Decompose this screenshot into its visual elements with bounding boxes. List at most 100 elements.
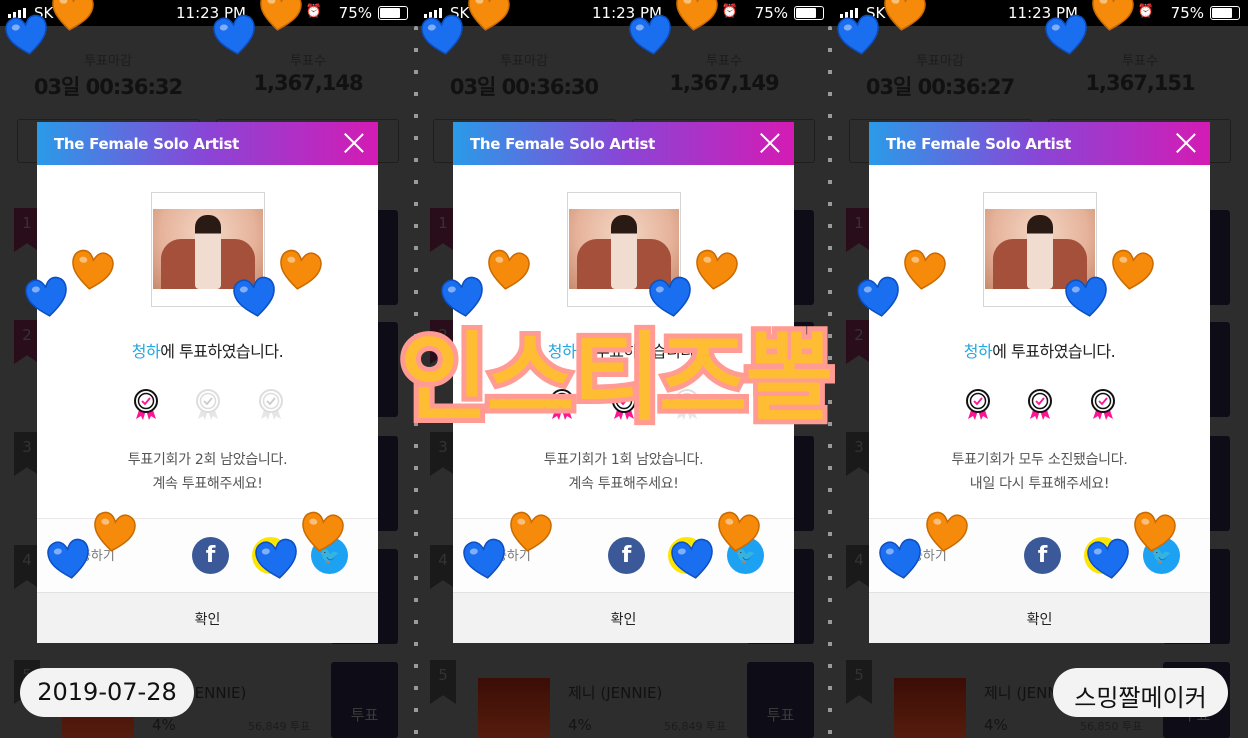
artist-name-highlight: 청하	[131, 342, 161, 361]
vote-count-stat: 투표수 1,367,149	[624, 50, 824, 95]
alarm-icon: ⏰	[1137, 4, 1154, 19]
overlay-caption: 인스티즈뽈	[395, 317, 839, 439]
dialog-header: The Female Solo Artist	[453, 122, 794, 165]
artist-name: 제니 (JENNIE)	[568, 684, 663, 702]
vote-button[interactable]: 투표	[331, 662, 398, 738]
close-icon[interactable]	[1176, 133, 1196, 153]
alarm-icon: ⏰	[721, 4, 738, 19]
orange-heart-icon	[713, 508, 762, 556]
blue-heart-icon	[1062, 273, 1111, 321]
message-line: 계속 투표해주세요!	[152, 476, 263, 492]
vote-confirmation-text: 청하에 투표하였습니다.	[37, 338, 378, 362]
close-icon[interactable]	[344, 133, 364, 153]
blue-heart-icon	[1084, 535, 1133, 583]
message-line: 투표기회가 1회 남았습니다.	[543, 452, 704, 468]
rank-badge: 5	[846, 660, 872, 704]
vote-total: 56,850 투표	[1080, 720, 1143, 733]
blue-heart-icon	[854, 273, 903, 321]
confirm-button[interactable]: 확인	[869, 593, 1210, 643]
orange-heart-icon	[463, 0, 512, 35]
artist-thumbnail	[894, 678, 966, 738]
blue-heart-icon	[626, 11, 675, 59]
vote-badge-used-icon	[1090, 389, 1116, 421]
orange-heart-icon	[1129, 508, 1178, 556]
facebook-icon[interactable]: f	[192, 537, 229, 574]
facebook-icon[interactable]: f	[608, 537, 645, 574]
battery-icon	[1210, 6, 1240, 20]
orange-heart-icon	[275, 246, 324, 294]
list-row: 5 제니 (JENNIE) 4% 56,849 투표 투표	[416, 660, 832, 738]
dialog-header: The Female Solo Artist	[37, 122, 378, 165]
vote-badge-empty-icon	[258, 389, 284, 421]
blue-heart-icon	[22, 273, 71, 321]
voted-suffix: 에 투표하였습니다.	[160, 342, 284, 361]
close-icon[interactable]	[760, 133, 780, 153]
orange-heart-icon	[1087, 0, 1136, 35]
deadline-value: 03일 00:36:30	[449, 75, 599, 99]
dialog-title: The Female Solo Artist	[470, 135, 656, 153]
deadline-stat: 투표마감 03일 00:36:30	[424, 50, 624, 101]
vote-badge-empty-icon	[195, 389, 221, 421]
deadline-value: 03일 00:36:27	[865, 75, 1015, 99]
orange-heart-icon	[67, 246, 116, 294]
vote-badge-used-icon	[1027, 389, 1053, 421]
date-stamp: 2019-07-28	[20, 668, 194, 717]
confirm-button[interactable]: 확인	[37, 593, 378, 643]
vote-percent: 4%	[568, 716, 592, 734]
vote-count-value: 1,367,149	[669, 71, 779, 95]
blue-heart-icon	[834, 11, 883, 59]
orange-heart-icon	[89, 508, 138, 556]
artist-figure	[1027, 215, 1053, 289]
orange-heart-icon	[255, 0, 304, 35]
remaining-votes-message: 투표기회가 모두 소진됐습니다. 내일 다시 투표해주세요!	[869, 448, 1210, 496]
message-line: 내일 다시 투표해주세요!	[969, 476, 1110, 492]
blue-heart-icon	[418, 11, 467, 59]
blue-heart-icon	[460, 535, 509, 583]
battery-percent: 75%	[338, 4, 372, 22]
artist-figure	[195, 215, 221, 289]
voted-suffix: 에 투표하였습니다.	[992, 342, 1116, 361]
confirm-button[interactable]: 확인	[453, 593, 794, 643]
vote-badge-used-icon	[965, 389, 991, 421]
remaining-votes-message: 투표기회가 1회 남았습니다. 계속 투표해주세요!	[453, 448, 794, 496]
vote-total: 56,849 투표	[664, 720, 727, 733]
remaining-votes-message: 투표기회가 2회 남았습니다. 계속 투표해주세요!	[37, 448, 378, 496]
artist-figure	[611, 215, 637, 289]
battery-fill	[380, 8, 400, 18]
alarm-icon: ⏰	[305, 4, 322, 19]
watermark-label: 스밍짤메이커	[1053, 668, 1228, 717]
phone-screen: SK11:23 PM➤⏰75%투표마감03일 00:36:27투표수1,367,…	[832, 0, 1248, 738]
vote-badge-used-icon	[133, 389, 159, 421]
deadline-stat: 투표마감 03일 00:36:32	[8, 50, 208, 101]
orange-heart-icon	[899, 246, 948, 294]
vote-percent: 4%	[152, 716, 176, 734]
message-line: 계속 투표해주세요!	[568, 476, 679, 492]
battery-icon	[378, 6, 408, 20]
orange-heart-icon	[671, 0, 720, 35]
message-line: 투표기회가 2회 남았습니다.	[127, 452, 288, 468]
vote-count-value: 1,367,148	[253, 71, 363, 95]
vote-count-stat: 투표수 1,367,148	[208, 50, 408, 95]
facebook-icon[interactable]: f	[1024, 537, 1061, 574]
vote-percent: 4%	[984, 716, 1008, 734]
orange-heart-icon	[505, 508, 554, 556]
artist-name-highlight: 청하	[963, 342, 993, 361]
vote-button[interactable]: 투표	[747, 662, 814, 738]
orange-heart-icon	[921, 508, 970, 556]
orange-heart-icon	[1107, 246, 1156, 294]
battery-percent: 75%	[1170, 4, 1204, 22]
vote-total: 56,849 투표	[248, 720, 311, 733]
battery-fill	[1212, 8, 1232, 18]
blue-heart-icon	[210, 11, 259, 59]
dialog-title: The Female Solo Artist	[54, 135, 240, 153]
battery-fill	[796, 8, 816, 18]
blue-heart-icon	[668, 535, 717, 583]
blue-heart-icon	[876, 535, 925, 583]
battery-percent: 75%	[754, 4, 788, 22]
battery-icon	[794, 6, 824, 20]
artist-thumbnail	[478, 678, 550, 738]
blue-heart-icon	[1042, 11, 1091, 59]
phone-screen: SK11:23 PM➤⏰75%투표마감03일 00:36:32투표수1,367,…	[0, 0, 416, 738]
orange-heart-icon	[483, 246, 532, 294]
deadline-stat: 투표마감 03일 00:36:27	[840, 50, 1040, 101]
